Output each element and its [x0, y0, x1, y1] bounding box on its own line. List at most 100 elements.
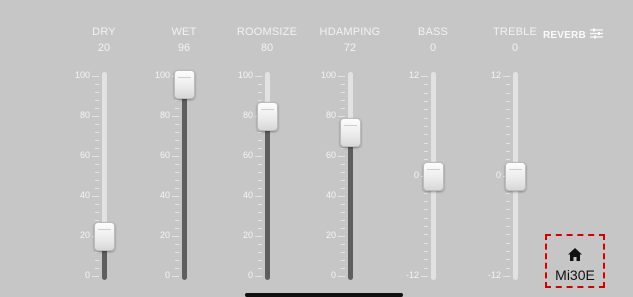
channel-name: WET — [171, 26, 197, 38]
scale-tick — [506, 109, 510, 110]
scale-tick — [424, 209, 428, 210]
scale-tick — [506, 151, 510, 152]
scale-tick — [341, 84, 345, 85]
scale-tick — [95, 212, 99, 213]
scale-major-tick — [255, 156, 262, 157]
scale-tick — [341, 188, 345, 189]
scale-label: 20 — [159, 230, 170, 240]
scale-tick — [424, 134, 428, 135]
scale-tick — [175, 100, 179, 101]
scale-tick — [424, 93, 428, 94]
scale-tick — [424, 143, 428, 144]
slider-fill — [348, 132, 353, 280]
scale-major-tick — [421, 76, 428, 77]
scale-tick — [424, 159, 428, 160]
home-indicator-bar — [245, 293, 403, 297]
scale-major-tick — [92, 276, 99, 277]
scale-tick — [506, 268, 510, 269]
scale-major-tick — [92, 76, 99, 77]
scale-tick — [175, 124, 179, 125]
slider-thumb[interactable] — [94, 222, 115, 251]
scale-label: 20 — [242, 230, 253, 240]
scale-tick — [95, 204, 99, 205]
scale-tick — [258, 244, 262, 245]
scale-tick — [175, 188, 179, 189]
slider-thumb[interactable] — [257, 102, 278, 131]
channel-hdamping: HDAMPING 72 100 80 60 40 20 0 — [310, 0, 390, 297]
scale-tick — [424, 109, 428, 110]
scale-tick — [341, 108, 345, 109]
channel-wet: WET 96 100 80 60 40 20 0 — [144, 0, 224, 297]
reverb-label: REVERB — [543, 29, 586, 41]
scale-tick — [175, 220, 179, 221]
home-button[interactable]: Mi30E — [545, 234, 605, 288]
scale-tick — [424, 101, 428, 102]
scale-label: 0 — [164, 270, 170, 280]
scale-tick — [424, 118, 428, 119]
scale-tick — [175, 212, 179, 213]
scale-label: 80 — [242, 110, 253, 120]
scale-tick — [424, 201, 428, 202]
channel-name: HDAMPING — [319, 26, 381, 38]
slider-thumb[interactable] — [340, 118, 361, 147]
scale-tick — [258, 100, 262, 101]
scale-major-tick — [338, 196, 345, 197]
channel-value: 96 — [177, 42, 191, 54]
scale-tick — [341, 260, 345, 261]
scale-label: 40 — [325, 190, 336, 200]
scale-tick — [175, 180, 179, 181]
scale-label: 20 — [325, 230, 336, 240]
reverb-settings-button[interactable]: REVERB — [543, 26, 603, 44]
scale-tick — [95, 188, 99, 189]
scale-label: 60 — [159, 150, 170, 160]
scale-major-tick — [172, 116, 179, 117]
scale-tick — [258, 268, 262, 269]
scale-label: 20 — [79, 230, 90, 240]
scale-major-tick — [503, 76, 510, 77]
scale-tick — [175, 252, 179, 253]
scale-label: 60 — [242, 150, 253, 160]
scale-tick — [424, 259, 428, 260]
scale-tick — [95, 84, 99, 85]
scale-tick — [341, 268, 345, 269]
channel-value: 80 — [260, 42, 274, 54]
scale-tick — [175, 260, 179, 261]
scale-tick — [506, 193, 510, 194]
scale-tick — [95, 180, 99, 181]
scale-tick — [341, 180, 345, 181]
scale-major-tick — [338, 236, 345, 237]
scale-tick — [95, 108, 99, 109]
channel-name: DRY — [92, 26, 116, 38]
scale-tick — [258, 84, 262, 85]
scale-tick — [175, 204, 179, 205]
scale-tick — [258, 132, 262, 133]
scale-tick — [506, 201, 510, 202]
scale-major-tick — [172, 276, 179, 277]
scale-tick — [95, 164, 99, 165]
scale-tick — [341, 204, 345, 205]
scale-tick — [258, 228, 262, 229]
scale-tick — [95, 268, 99, 269]
scale-tick — [95, 220, 99, 221]
scale-tick — [258, 204, 262, 205]
scale-tick — [95, 100, 99, 101]
slider-thumb[interactable] — [174, 70, 195, 99]
scale-tick — [175, 172, 179, 173]
scale-tick — [258, 220, 262, 221]
scale-major-tick — [172, 196, 179, 197]
scale-tick — [258, 252, 262, 253]
equalizer-panel: DRY 20 100 80 60 40 20 0 WET 96 100 80 60 40 20 0 ROOMSI… — [0, 0, 633, 297]
scale-label: -12 — [405, 270, 419, 280]
scale-tick — [506, 243, 510, 244]
slider-thumb[interactable] — [423, 162, 444, 191]
scale-tick — [506, 126, 510, 127]
scale-label: 40 — [79, 190, 90, 200]
scale-tick — [95, 148, 99, 149]
channel-name: ROOMSIZE — [236, 26, 298, 38]
scale-tick — [95, 172, 99, 173]
scale-label: 100 — [74, 70, 90, 80]
slider-thumb[interactable] — [505, 162, 526, 191]
scale-tick — [341, 92, 345, 93]
scale-tick — [506, 226, 510, 227]
scale-label: 40 — [242, 190, 253, 200]
